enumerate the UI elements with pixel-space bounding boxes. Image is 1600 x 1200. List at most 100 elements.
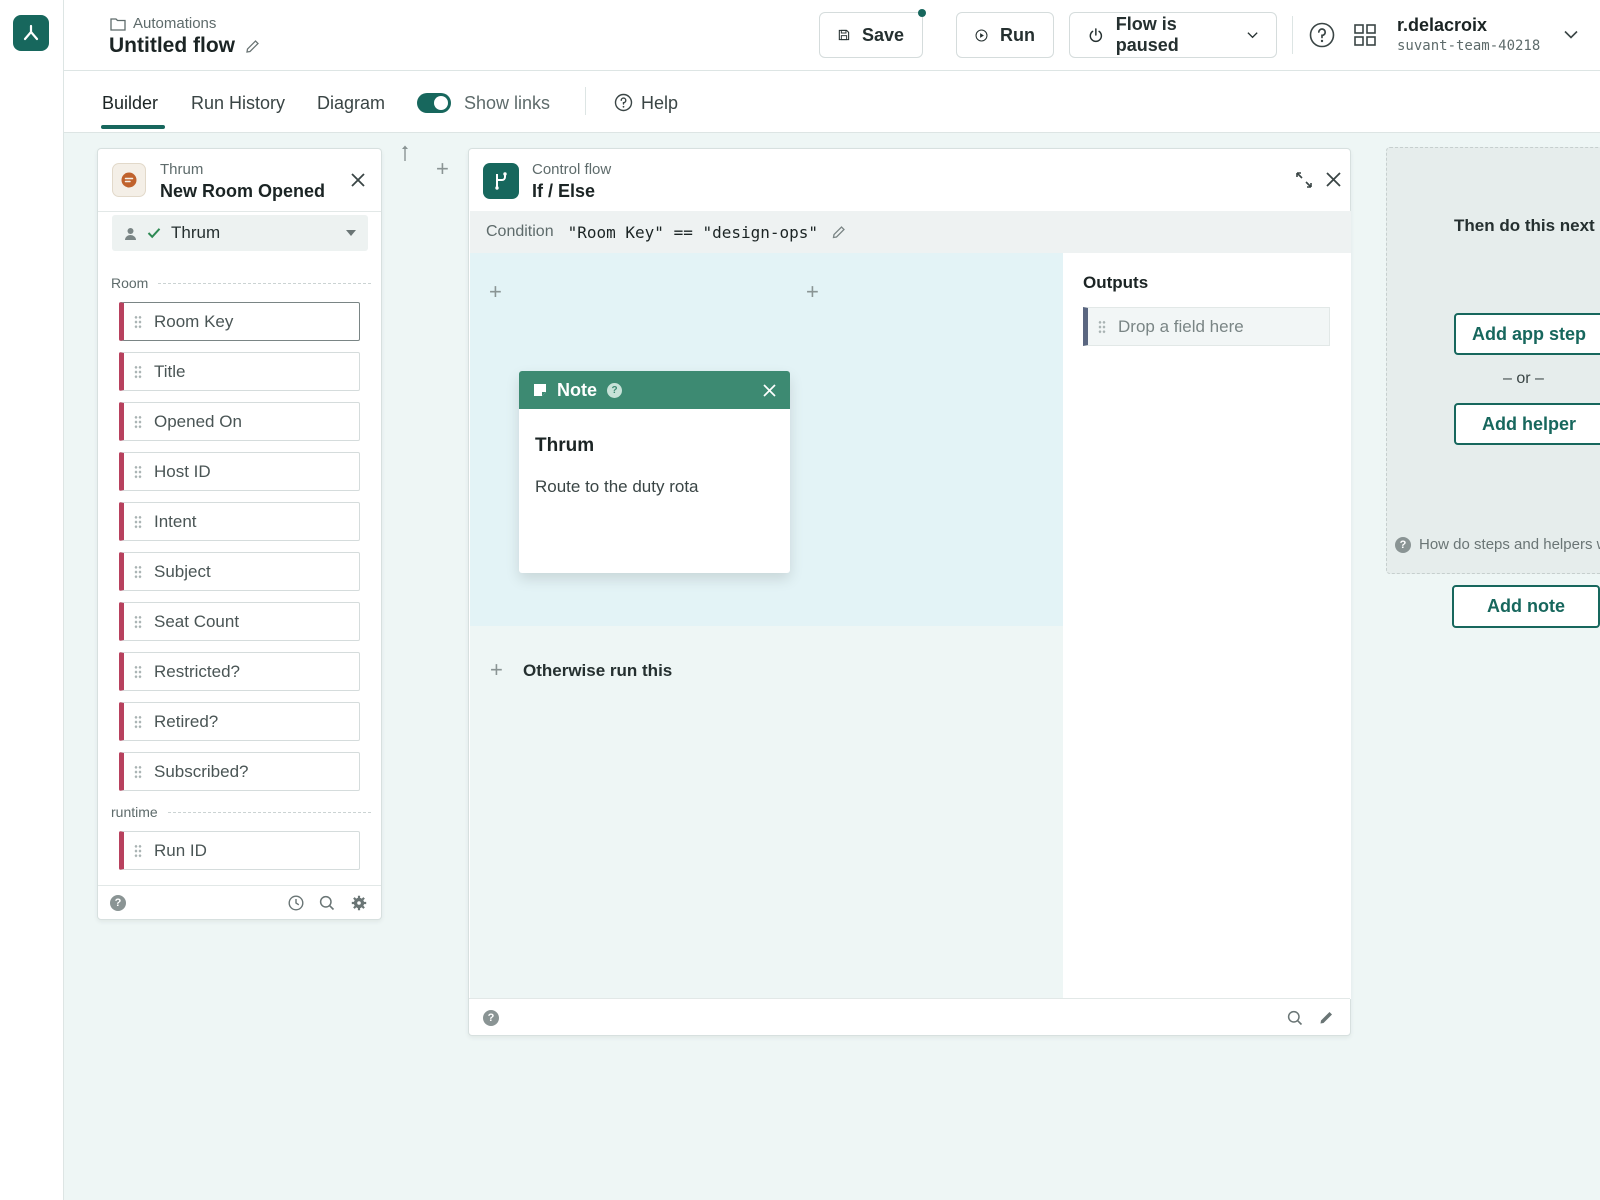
tab-bar: Builder Run History Diagram Show links H… [64,71,1600,133]
flow-title[interactable]: Untitled flow [109,34,260,58]
app-grid-icon[interactable] [1353,23,1377,47]
otherwise-label[interactable]: Otherwise run this [523,661,672,681]
note-icon [534,384,546,396]
drag-handle-icon[interactable] [134,614,142,629]
account-menu-chevron-icon[interactable] [1564,30,1578,39]
toggle-knob [434,96,448,110]
pin-icon[interactable] [400,145,410,163]
save-button[interactable]: Save [819,9,926,58]
field-subscribed[interactable]: Subscribed? [119,752,360,791]
add-app-step-button[interactable]: Add app step [1454,313,1600,355]
tab-builder[interactable]: Builder [102,93,158,114]
outputs-label: Outputs [1083,273,1149,292]
field-label: Subject [154,561,211,581]
how-steps-work-link[interactable]: ? How do steps and helpers work? [1395,536,1600,553]
trigger-app-name: Thrum [160,161,204,178]
drag-handle-icon[interactable] [134,464,142,479]
if-else-card-footer: ? [469,998,1350,1035]
drag-handle-icon[interactable] [134,364,142,379]
add-note-button[interactable]: Add note [1452,585,1600,628]
account-name: Thrum [171,223,221,242]
history-clock-icon[interactable] [288,895,304,911]
field-restricted[interactable]: Restricted? [119,652,360,691]
edit-condition-pencil-icon[interactable] [832,225,846,239]
help-icon[interactable] [614,93,633,112]
outputs-area: Outputs Drop a field here [1063,253,1351,999]
tab-run-history[interactable]: Run History [191,93,285,114]
group-room-label: Room [111,275,149,291]
drag-handle-icon[interactable] [134,514,142,529]
note-header: Note ? [519,371,790,409]
add-after-note-plus-icon[interactable]: + [806,281,819,303]
then-branch-area: + + Note ? Thrum Route to the duty rota [470,253,1063,626]
field-host-id[interactable]: Host ID [119,452,360,491]
edit-pencil-icon[interactable] [245,39,260,54]
search-icon[interactable] [1287,1010,1303,1026]
drag-handle-icon[interactable] [134,843,142,858]
breadcrumb-label: Automations [133,15,217,32]
search-icon[interactable] [319,895,335,911]
drag-handle-icon[interactable] [134,664,142,679]
drag-handle-icon[interactable] [134,414,142,429]
dashed-divider [167,811,371,813]
add-else-step-plus-icon[interactable]: + [490,659,503,681]
caret-down-icon [346,230,356,236]
add-helper-button[interactable]: Add helper [1454,403,1600,445]
field-intent[interactable]: Intent [119,502,360,541]
play-icon [975,29,988,41]
condition-expression: "Room Key" == "design-ops" [567,222,819,242]
help-icon[interactable]: ? [110,895,126,911]
add-before-note-plus-icon[interactable]: + [489,281,502,303]
breadcrumb[interactable]: Automations [110,15,216,32]
help-circle-icon[interactable] [1309,22,1335,48]
condition-bar[interactable]: Condition "Room Key" == "design-ops" [470,211,1351,253]
note-body: Route to the duty rota [535,477,699,496]
edit-pencil-icon[interactable] [1319,1010,1334,1025]
folder-icon [110,17,126,31]
save-label: Save [861,24,904,45]
show-links-toggle[interactable] [417,93,451,113]
note-help-icon[interactable]: ? [607,382,622,398]
flow-status-dropdown[interactable]: Flow is paused [1069,12,1277,58]
field-title[interactable]: Title [119,352,360,391]
close-icon[interactable] [351,173,365,187]
show-links-label[interactable]: Show links [464,93,550,114]
save-disk-icon [838,29,850,41]
account-select[interactable]: Thrum [112,215,368,251]
run-button[interactable]: Run [956,12,1054,58]
note-label: Note [557,379,597,400]
drag-handle-icon [1098,319,1106,334]
close-icon[interactable] [1326,172,1341,187]
drop-field-zone[interactable]: Drop a field here [1083,307,1330,346]
card-header-divider [98,211,381,212]
field-label: Host ID [154,461,211,481]
tab-help[interactable]: Help [641,93,678,114]
app-logo-icon[interactable] [13,15,49,51]
tab-diagram[interactable]: Diagram [317,93,385,114]
thrum-app-icon [112,163,146,197]
next-step-title: Then do this next [1454,216,1595,235]
field-run-id[interactable]: Run ID [119,831,360,870]
drag-handle-icon[interactable] [134,714,142,729]
drag-handle-icon[interactable] [134,314,142,329]
check-icon [147,228,161,239]
expand-icon[interactable] [1295,171,1313,189]
help-icon[interactable]: ? [483,1010,499,1026]
drag-handle-icon[interactable] [134,764,142,779]
user-name: r.delacroix [1397,15,1488,35]
settings-gear-icon[interactable] [351,895,367,911]
field-subject[interactable]: Subject [119,552,360,591]
field-opened-on[interactable]: Opened On [119,402,360,441]
field-seat-count[interactable]: Seat Count [119,602,360,641]
field-room-key[interactable]: Room Key [119,302,360,341]
active-tab-indicator [101,125,165,129]
field-label: Restricted? [154,661,240,681]
field-label: Retired? [154,711,219,731]
run-label: Run [1000,24,1035,45]
field-retired[interactable]: Retired? [119,702,360,741]
note-card: Note ? Thrum Route to the duty rota [519,371,790,573]
close-note-icon[interactable] [763,384,776,397]
condition-label: Condition [486,223,554,240]
add-step-plus-icon[interactable]: + [436,158,449,180]
drag-handle-icon[interactable] [134,564,142,579]
